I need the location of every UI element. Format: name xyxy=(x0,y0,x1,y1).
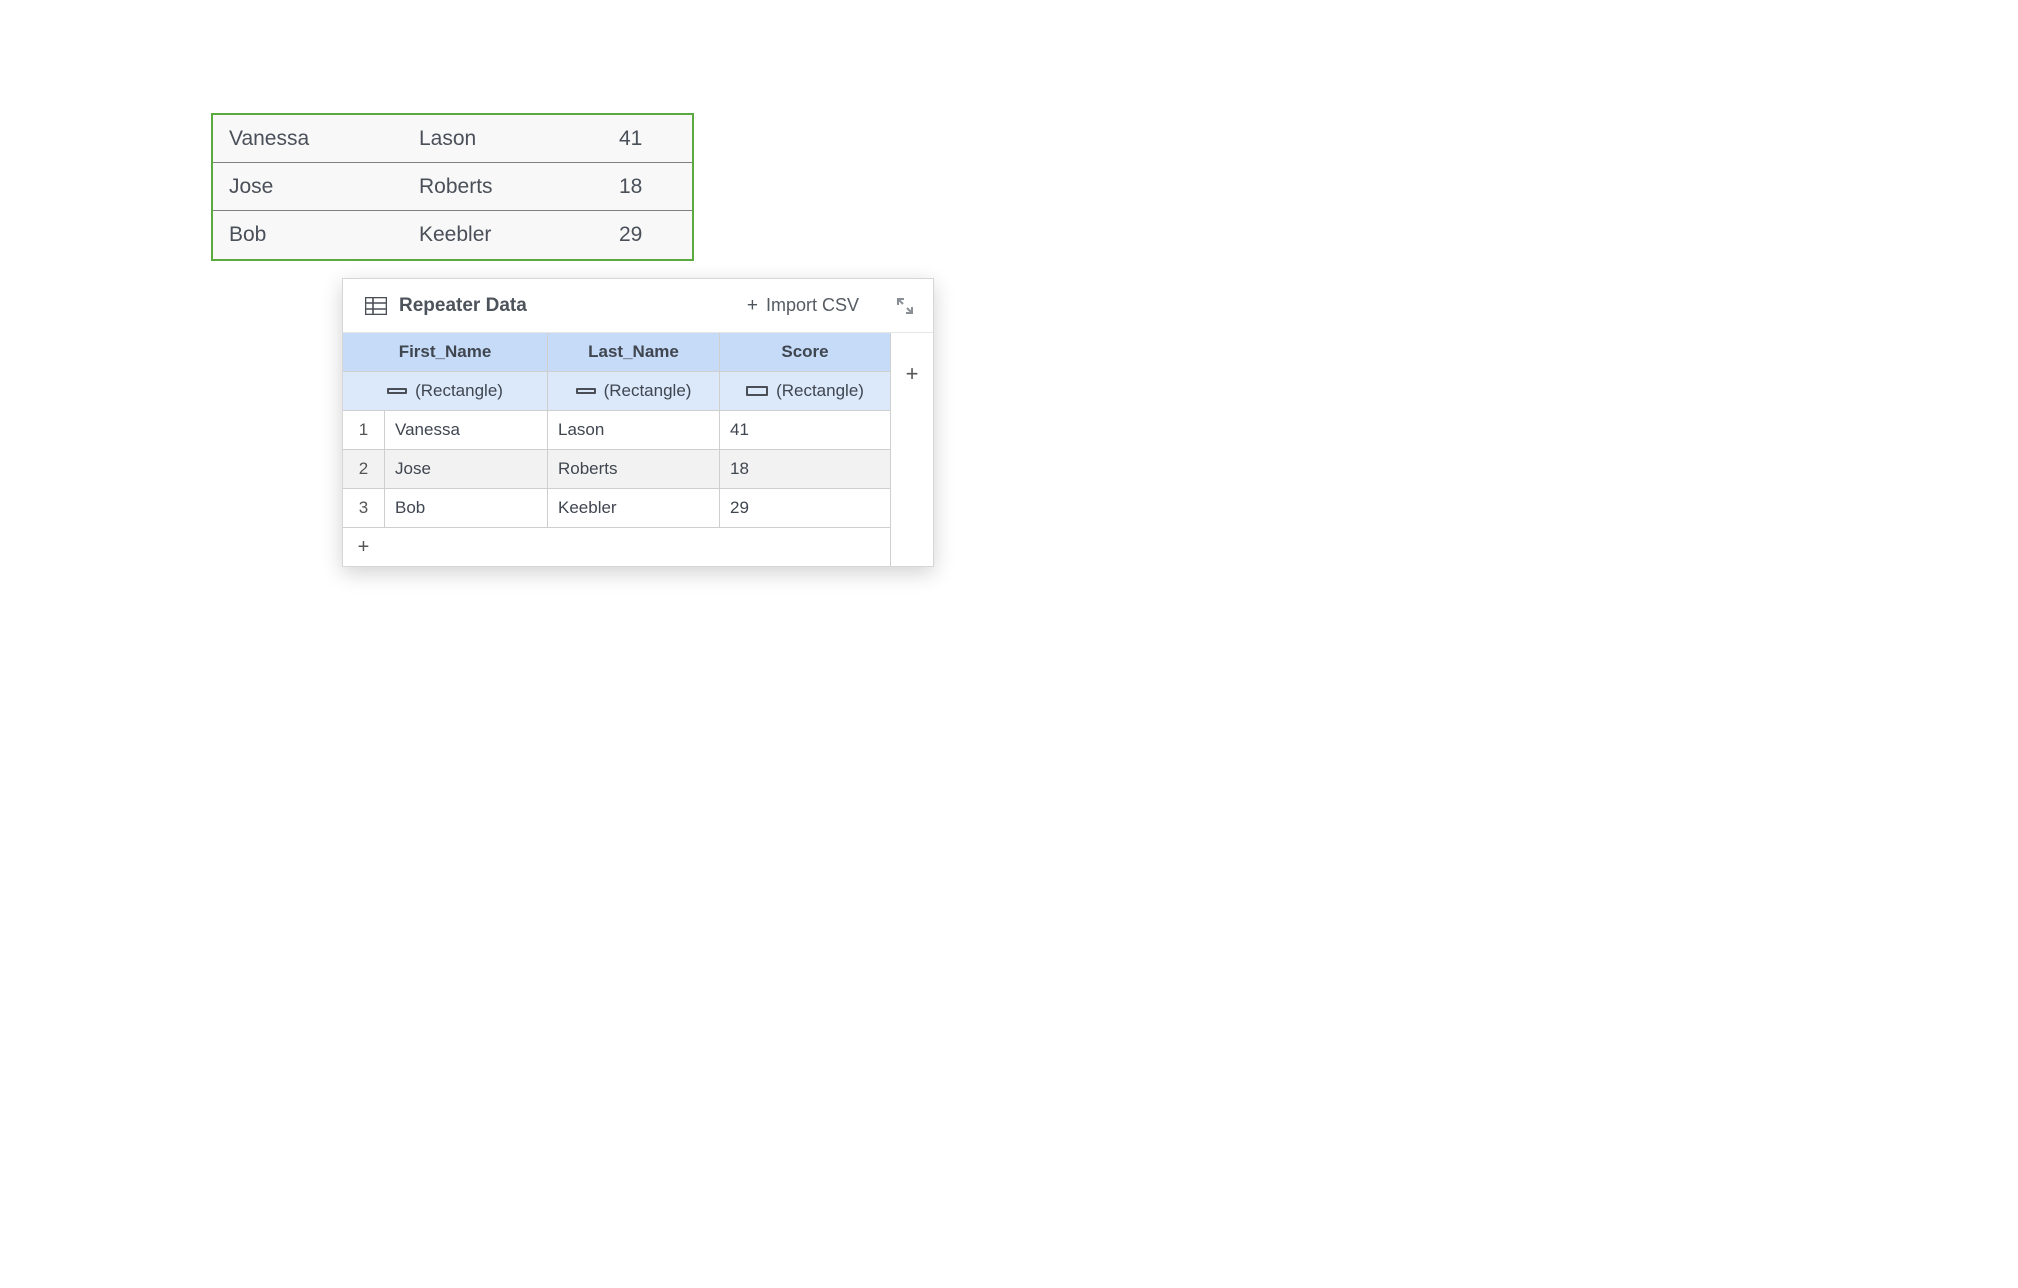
footer-spacer xyxy=(385,528,891,566)
add-column-button[interactable]: + xyxy=(891,333,933,528)
repeater-widget[interactable]: Vanessa Lason 41 Jose Roberts 18 Bob Kee… xyxy=(211,113,694,261)
cell-first-name[interactable]: Vanessa xyxy=(385,411,548,449)
row-index: 3 xyxy=(343,489,385,527)
rectangle-icon xyxy=(576,388,596,394)
cell-score[interactable]: 18 xyxy=(720,450,890,488)
column-widget-last-name[interactable]: (Rectangle) xyxy=(548,372,720,410)
column-widget-score[interactable]: (Rectangle) xyxy=(720,372,890,410)
cell-last-name[interactable]: Roberts xyxy=(548,450,720,488)
cell-last-name[interactable]: Lason xyxy=(548,411,720,449)
collapse-panel-button[interactable] xyxy=(895,296,915,316)
cell-score[interactable]: 29 xyxy=(720,489,890,527)
grid-data-row[interactable]: 1 Vanessa Lason 41 xyxy=(343,411,890,450)
cell-first-name[interactable]: Jose xyxy=(385,450,548,488)
panel-title: Repeater Data xyxy=(399,295,527,317)
widget-label: (Rectangle) xyxy=(604,381,692,401)
column-header-first-name[interactable]: First_Name xyxy=(343,333,548,371)
rectangle-icon xyxy=(387,388,407,394)
repeater-row[interactable]: Vanessa Lason 41 xyxy=(213,115,692,163)
repeater-row[interactable]: Bob Keebler 29 xyxy=(213,211,692,259)
repeater-cell-last: Roberts xyxy=(403,175,603,199)
row-index: 2 xyxy=(343,450,385,488)
table-icon xyxy=(365,297,387,315)
grid-data-row[interactable]: 2 Jose Roberts 18 xyxy=(343,450,890,489)
data-grid: First_Name Last_Name Score (Rectangle) (… xyxy=(343,333,933,528)
repeater-cell-last: Keebler xyxy=(403,223,603,247)
repeater-cell-last: Lason xyxy=(403,127,603,151)
repeater-cell-score: 29 xyxy=(603,223,692,247)
repeater-data-panel[interactable]: Repeater Data + Import CSV First_Name La… xyxy=(342,278,934,567)
plus-icon: + xyxy=(906,361,919,387)
import-csv-button[interactable]: + Import CSV xyxy=(747,295,859,316)
plus-icon: + xyxy=(358,536,370,559)
cell-first-name[interactable]: Bob xyxy=(385,489,548,527)
add-row-button[interactable]: + xyxy=(343,528,385,566)
widget-label: (Rectangle) xyxy=(415,381,503,401)
grid-data-row[interactable]: 3 Bob Keebler 29 xyxy=(343,489,890,528)
column-header-last-name[interactable]: Last_Name xyxy=(548,333,720,371)
cell-score[interactable]: 41 xyxy=(720,411,890,449)
repeater-row[interactable]: Jose Roberts 18 xyxy=(213,163,692,211)
repeater-cell-first: Jose xyxy=(213,175,403,199)
widget-label: (Rectangle) xyxy=(776,381,864,401)
row-index: 1 xyxy=(343,411,385,449)
import-csv-label: Import CSV xyxy=(766,295,859,316)
cell-last-name[interactable]: Keebler xyxy=(548,489,720,527)
footer-right-spacer xyxy=(891,528,933,566)
repeater-cell-first: Bob xyxy=(213,223,403,247)
grid-header-row: First_Name Last_Name Score xyxy=(343,333,890,372)
repeater-cell-score: 18 xyxy=(603,175,692,199)
grid-footer: + xyxy=(343,528,933,566)
repeater-cell-score: 41 xyxy=(603,127,692,151)
panel-header: Repeater Data + Import CSV xyxy=(343,279,933,333)
repeater-cell-first: Vanessa xyxy=(213,127,403,151)
rectangle-icon xyxy=(746,386,768,396)
grid-widget-row: (Rectangle) (Rectangle) (Rectangle) xyxy=(343,372,890,411)
plus-icon: + xyxy=(747,296,758,315)
column-widget-first-name[interactable]: (Rectangle) xyxy=(343,372,548,410)
column-header-score[interactable]: Score xyxy=(720,333,890,371)
